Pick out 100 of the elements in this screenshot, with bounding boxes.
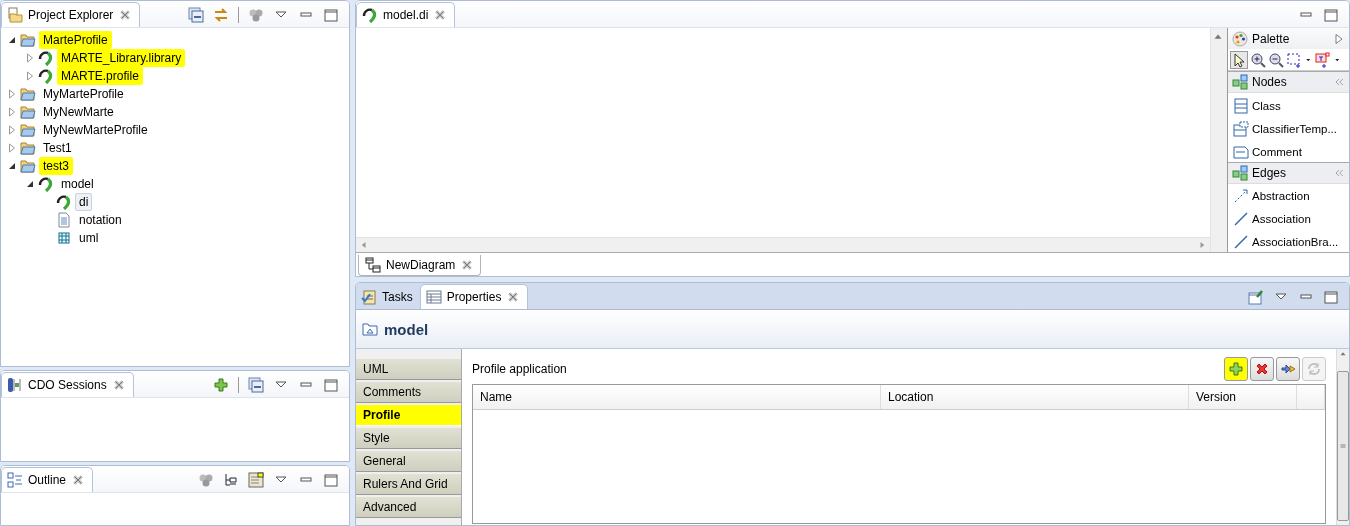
palette-tool[interactable]: Abstraction — [1233, 184, 1349, 208]
expanded-toggle-icon[interactable] — [7, 161, 17, 171]
close-icon[interactable] — [433, 8, 448, 22]
section-tab[interactable]: Comments — [356, 382, 461, 403]
horizontal-scrollbar[interactable] — [356, 237, 1210, 252]
section-tab[interactable]: Style — [356, 428, 461, 449]
nodes-icon — [1232, 74, 1248, 91]
model-icon — [38, 68, 54, 84]
palette-tool[interactable]: AssociationBra... — [1233, 230, 1349, 252]
collapse-all-icon[interactable] — [248, 377, 264, 393]
comment-icon — [1233, 143, 1249, 160]
apply-button[interactable] — [1276, 357, 1300, 381]
hierarchy-icon[interactable] — [223, 472, 239, 488]
maximize-icon[interactable] — [323, 377, 339, 393]
circles-icon[interactable] — [248, 7, 264, 23]
section-tab[interactable]: General — [356, 451, 461, 472]
column-header[interactable]: Location — [881, 385, 1189, 409]
line-icon — [1233, 211, 1249, 228]
view-tab[interactable]: Tasks — [356, 285, 420, 309]
section-tab[interactable]: Advanced — [356, 497, 461, 518]
plus-icon — [1228, 361, 1244, 377]
collapsed-toggle-icon[interactable] — [7, 125, 17, 135]
tree-item[interactable]: model — [57, 175, 98, 193]
close-icon[interactable] — [460, 258, 475, 272]
folder-icon — [20, 104, 36, 120]
close-icon[interactable] — [118, 8, 133, 22]
vertical-scrollbar[interactable] — [1210, 28, 1227, 252]
connection-tool-icon[interactable] — [1315, 51, 1331, 68]
link-arrows-icon[interactable] — [213, 7, 229, 23]
collapse-all-icon[interactable] — [188, 7, 204, 23]
palette-drawer[interactable]: Nodes — [1228, 71, 1349, 94]
triangle-icon[interactable] — [1333, 32, 1345, 45]
remove-button[interactable] — [1250, 357, 1274, 381]
collapsed-toggle-icon[interactable] — [25, 53, 35, 63]
close-icon[interactable] — [111, 378, 126, 392]
circles-icon[interactable] — [198, 472, 214, 488]
expanded-toggle-icon[interactable] — [25, 179, 35, 189]
tree-item[interactable]: MyNewMarte — [39, 103, 118, 121]
section-tab[interactable]: UML — [356, 359, 461, 380]
add-button[interactable] — [1224, 357, 1248, 381]
palette-tool[interactable]: ClassifierTemp... — [1233, 117, 1349, 141]
tree-item[interactable]: MARTE_Library.library — [57, 49, 186, 67]
tree-item[interactable]: test3 — [39, 157, 73, 175]
marquee-icon[interactable] — [1286, 51, 1302, 68]
dashed-arrow-icon — [1233, 188, 1249, 205]
outline-icon — [7, 472, 23, 488]
diagram-tab[interactable]: NewDiagram — [358, 255, 482, 276]
section-tab[interactable]: Rulers And Grid — [356, 474, 461, 495]
palette-tool[interactable]: Comment — [1233, 140, 1349, 162]
sheet-icon[interactable] — [248, 472, 264, 488]
x-icon — [1254, 361, 1270, 377]
maximize-icon[interactable] — [1323, 7, 1339, 23]
nodes-icon — [1232, 164, 1248, 181]
collapsed-toggle-icon[interactable] — [25, 71, 35, 81]
collapsed-toggle-icon[interactable] — [7, 143, 17, 153]
grid-icon — [56, 230, 72, 246]
close-icon[interactable] — [71, 473, 86, 487]
view-tab[interactable]: model.di — [356, 2, 456, 27]
zoom-in-icon[interactable] — [1250, 51, 1266, 68]
expanded-toggle-icon[interactable] — [7, 35, 17, 45]
table-icon — [425, 289, 442, 305]
view-tab[interactable]: Project Explorer — [1, 2, 141, 27]
tree-item[interactable]: di — [75, 193, 93, 211]
collapsed-toggle-icon[interactable] — [7, 89, 17, 99]
tree-item[interactable]: notation — [75, 211, 126, 229]
palette-tool[interactable]: Association — [1233, 207, 1349, 231]
folder-icon — [20, 122, 36, 138]
model-icon — [38, 50, 54, 66]
tree-item[interactable]: MARTE.profile — [57, 67, 143, 85]
palette-drawer[interactable]: Edges — [1228, 161, 1349, 184]
properties-title: model — [384, 320, 429, 338]
section-tab[interactable]: Profile — [356, 405, 461, 426]
close-icon[interactable] — [506, 290, 521, 304]
view-tab[interactable]: Properties — [419, 284, 529, 309]
maximize-icon[interactable] — [323, 7, 339, 23]
plus-icon[interactable] — [213, 377, 229, 393]
vertical-scrollbar[interactable] — [1336, 349, 1349, 525]
tree-item[interactable]: MarteProfile — [39, 31, 112, 49]
pin-icon[interactable] — [1248, 289, 1264, 305]
palette-tool[interactable]: Class — [1233, 94, 1349, 118]
maximize-icon[interactable] — [1323, 289, 1339, 305]
view-tab[interactable]: CDO Sessions — [1, 372, 134, 397]
section-title: Profile application — [472, 362, 567, 376]
model-icon — [38, 176, 54, 192]
collapsed-toggle-icon[interactable] — [7, 107, 17, 117]
line-icon — [1233, 234, 1249, 251]
tree-item[interactable]: uml — [75, 229, 103, 247]
folder-icon — [20, 32, 36, 48]
refresh-icon — [1306, 361, 1322, 377]
maximize-icon[interactable] — [323, 472, 339, 488]
palette-icon — [1232, 30, 1248, 47]
column-header[interactable]: Version — [1189, 385, 1297, 409]
package-icon — [362, 321, 378, 337]
zoom-out-icon[interactable] — [1268, 51, 1284, 68]
column-header[interactable]: Name — [473, 385, 881, 409]
tree-item[interactable]: Test1 — [39, 139, 76, 157]
tree-item[interactable]: MyNewMarteProfile — [39, 121, 152, 139]
model-icon — [56, 194, 72, 210]
view-tab[interactable]: Outline — [1, 467, 94, 492]
tree-item[interactable]: MyMarteProfile — [39, 85, 128, 103]
